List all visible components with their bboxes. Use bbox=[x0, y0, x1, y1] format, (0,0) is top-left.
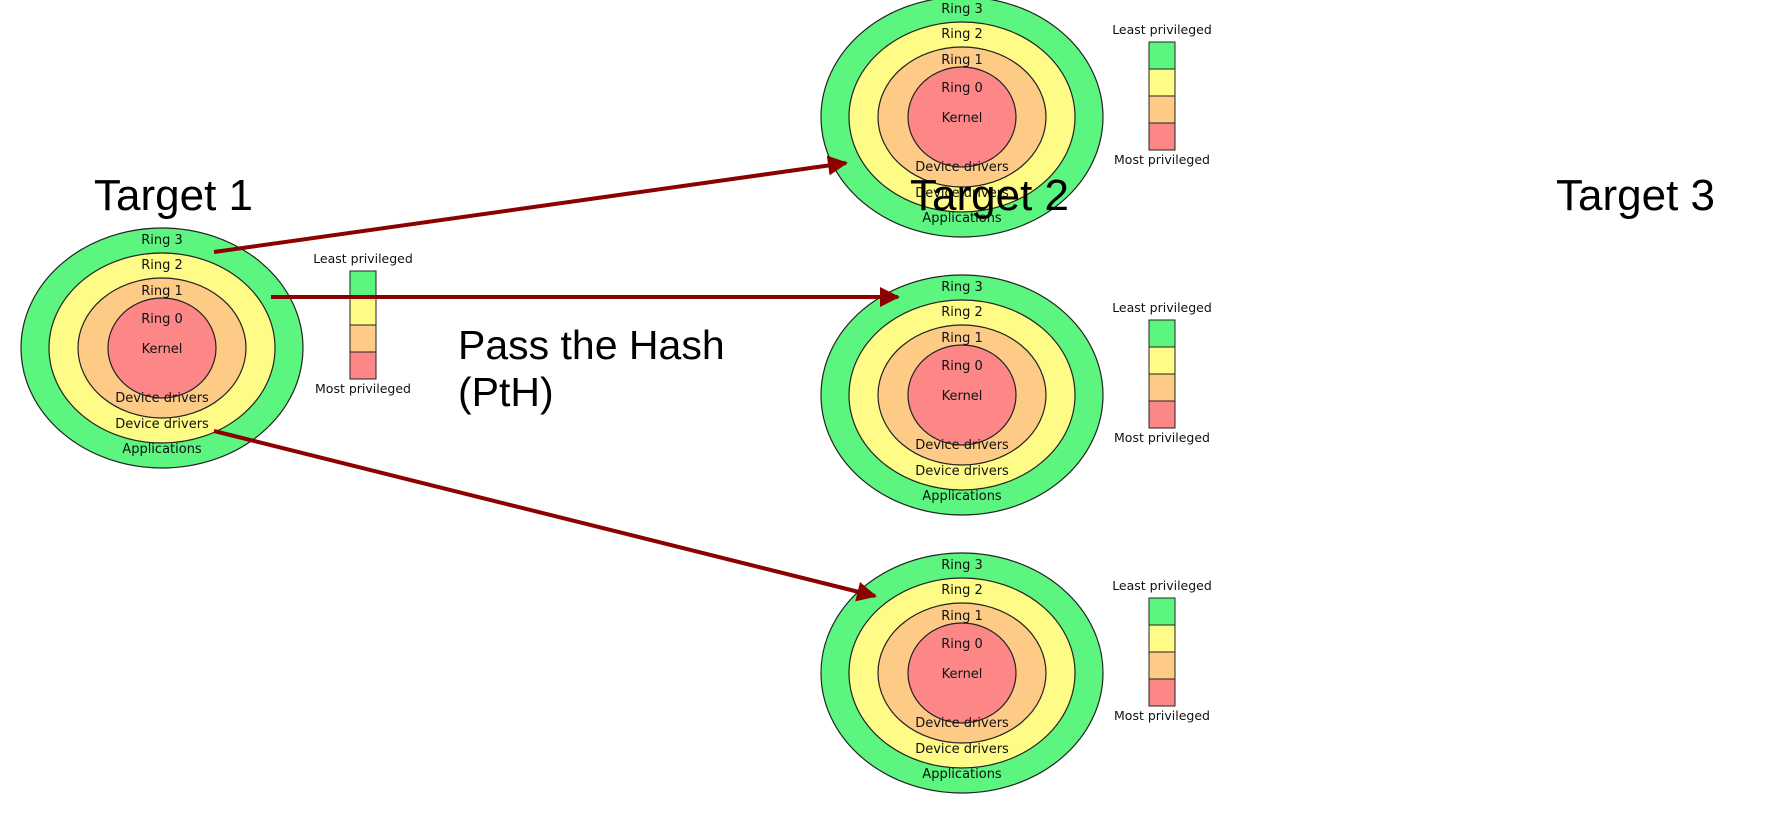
ring2-label: Ring 2 bbox=[941, 583, 983, 598]
target2-title: Target 2 bbox=[910, 171, 1069, 220]
kernel-label: Kernel bbox=[942, 111, 983, 126]
ring0-label: Ring 0 bbox=[941, 359, 983, 374]
applications-label: Applications bbox=[122, 442, 202, 457]
legend-least-label: Least privileged bbox=[1112, 22, 1212, 37]
pth-caption-line1: Pass the Hash bbox=[458, 322, 725, 368]
legend-least-label: Least privileged bbox=[313, 251, 413, 266]
device-drivers-outer-label: Device drivers bbox=[915, 464, 1009, 479]
ring1-label: Ring 1 bbox=[941, 53, 983, 68]
device-drivers-outer-label: Device drivers bbox=[115, 417, 209, 432]
middle-target-ring-diagram: Ring 3 Ring 2 Ring 1 Ring 0 Kernel Devic… bbox=[820, 274, 1104, 516]
ring2-label: Ring 2 bbox=[141, 258, 183, 273]
ring1-label: Ring 1 bbox=[941, 609, 983, 624]
legend-least-label: Least privileged bbox=[1112, 578, 1212, 593]
legend-most-label: Most privileged bbox=[315, 381, 411, 396]
ring0-label: Ring 0 bbox=[941, 81, 983, 96]
ring1-label: Ring 1 bbox=[141, 284, 183, 299]
target1-ring-diagram: Ring 3 Ring 2 Ring 1 Ring 0 Kernel Devic… bbox=[20, 227, 304, 469]
device-drivers-inner-label: Device drivers bbox=[915, 438, 1009, 453]
arrow-to-bottom-target bbox=[213, 429, 877, 602]
pth-caption-line2: (PtH) bbox=[458, 369, 554, 415]
ring3-label: Ring 3 bbox=[141, 233, 183, 248]
applications-label: Applications bbox=[922, 767, 1002, 782]
target1-legend: Least privileged Most privileged bbox=[313, 251, 413, 396]
legend-most-label: Most privileged bbox=[1114, 430, 1210, 445]
ring3-label: Ring 3 bbox=[941, 280, 983, 295]
legend-least-label: Least privileged bbox=[1112, 300, 1212, 315]
bottom-target-legend: Least privileged Most privileged bbox=[1112, 578, 1212, 723]
middle-target-legend: Least privileged Most privileged bbox=[1112, 300, 1212, 445]
target1-title: Target 1 bbox=[94, 171, 253, 220]
kernel-label: Kernel bbox=[942, 667, 983, 682]
device-drivers-outer-label: Device drivers bbox=[915, 742, 1009, 757]
device-drivers-inner-label: Device drivers bbox=[115, 391, 209, 406]
top-target-legend: Least privileged Most privileged bbox=[1112, 22, 1212, 167]
kernel-label: Kernel bbox=[142, 342, 183, 357]
ring0-label: Ring 0 bbox=[941, 637, 983, 652]
ring2-label: Ring 2 bbox=[941, 27, 983, 42]
target3-title: Target 3 bbox=[1556, 171, 1715, 220]
ring3-label: Ring 3 bbox=[941, 2, 983, 17]
ring2-label: Ring 2 bbox=[941, 305, 983, 320]
device-drivers-inner-label: Device drivers bbox=[915, 716, 1009, 731]
arrow-to-top-target bbox=[213, 155, 848, 254]
kernel-label: Kernel bbox=[942, 389, 983, 404]
legend-most-label: Most privileged bbox=[1114, 708, 1210, 723]
bottom-target-ring-diagram: Ring 3 Ring 2 Ring 1 Ring 0 Kernel Devic… bbox=[820, 552, 1104, 794]
applications-label: Applications bbox=[922, 489, 1002, 504]
ring3-label: Ring 3 bbox=[941, 558, 983, 573]
legend-most-label: Most privileged bbox=[1114, 152, 1210, 167]
pass-the-hash-diagram: Ring 3 Ring 2 Ring 1 Ring 0 Kernel Devic… bbox=[20, 0, 1715, 794]
ring1-label: Ring 1 bbox=[941, 331, 983, 346]
ring0-label: Ring 0 bbox=[141, 312, 183, 327]
